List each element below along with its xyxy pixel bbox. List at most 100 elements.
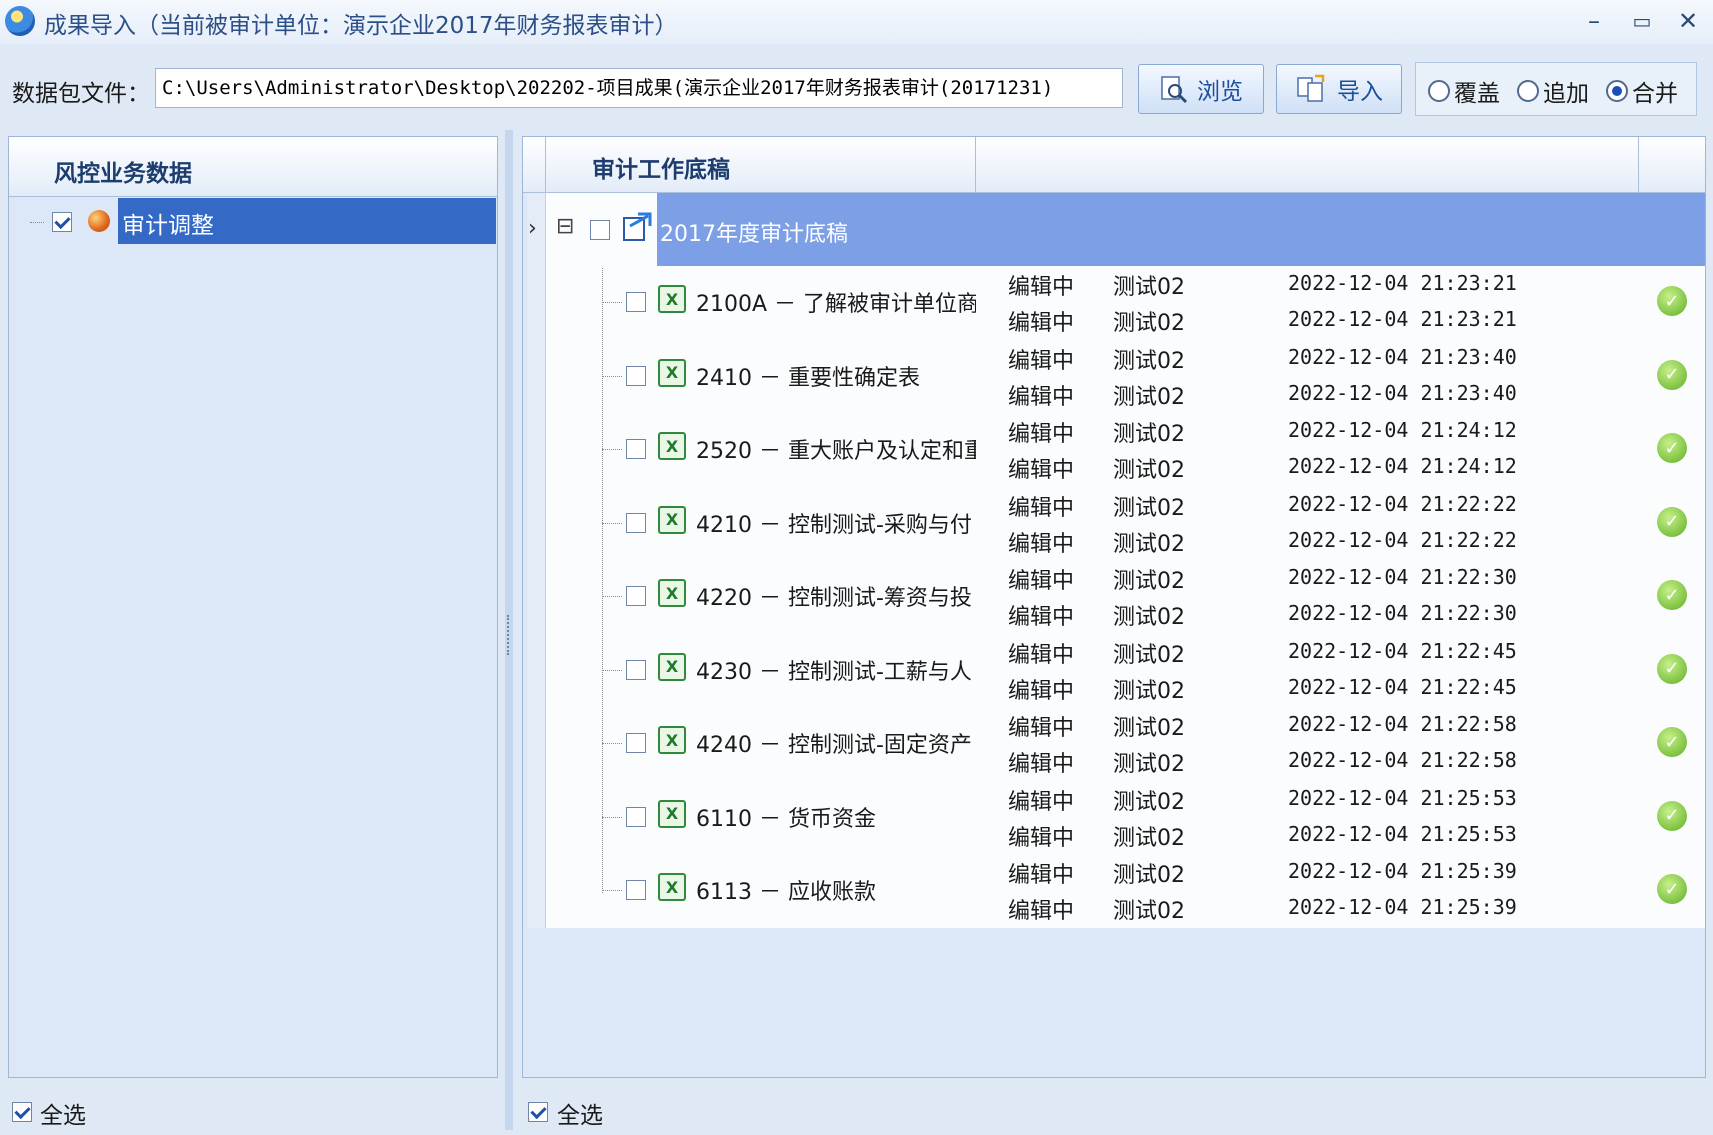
radio-dot — [1428, 80, 1450, 102]
row-time: 2022-12-04 21:22:58 — [1288, 748, 1517, 772]
excel-file-icon: X — [658, 432, 686, 460]
row-status: 编辑中 — [1008, 422, 1075, 447]
row-name: 6110 － 货币资金 — [696, 806, 876, 832]
excel-file-icon: X — [658, 652, 686, 681]
row-checkbox[interactable] — [626, 733, 646, 753]
maximize-button[interactable]: ▭ — [1622, 4, 1662, 38]
left-header-text: 风控业务数据 — [54, 161, 192, 187]
row-checkbox[interactable] — [626, 586, 646, 606]
row-checkbox[interactable] — [626, 292, 646, 312]
row-name: 2410 － 重要性确定表 — [696, 365, 920, 391]
radio-dot — [1517, 80, 1539, 102]
row-user: 测试02 — [1113, 422, 1185, 447]
orange-ball-icon — [88, 210, 110, 232]
browse-button[interactable]: 浏览 — [1138, 64, 1264, 114]
check-ok-icon: ✓ — [1657, 727, 1687, 757]
workpaper-folder-icon — [623, 212, 652, 241]
mode-merge-radio[interactable]: 合并 — [1606, 74, 1678, 108]
row-time: 2022-12-04 21:22:22 — [1288, 491, 1517, 516]
row-time: 2022-12-04 21:22:30 — [1288, 601, 1517, 625]
row-user: 测试02 — [1113, 899, 1185, 924]
group-checkbox[interactable] — [590, 220, 610, 240]
minimize-button[interactable]: – — [1574, 4, 1614, 38]
row-status: 编辑中 — [1008, 825, 1075, 851]
row-user: 测试02 — [1113, 384, 1185, 410]
close-button[interactable]: ✕ — [1668, 4, 1708, 38]
row-status: 编辑中 — [1008, 531, 1075, 557]
check-ok-icon: ✓ — [1657, 653, 1687, 684]
browse-label: 浏览 — [1197, 79, 1243, 105]
row-checkbox[interactable] — [626, 365, 646, 386]
row-user: 测试02 — [1113, 458, 1185, 483]
row-user: 测试02 — [1113, 495, 1185, 521]
table-row[interactable]: X 2520 － 重大账户及认定和重 编辑中 测试02 2022-12-04 21:24… — [600, 413, 1700, 486]
left-select-all-checkbox[interactable] — [12, 1102, 32, 1122]
row-time: 2022-12-04 21:22:30 — [1288, 565, 1517, 589]
row-status: 编辑中 — [1008, 275, 1075, 300]
row-time: 2022-12-04 21:25:39 — [1288, 859, 1517, 883]
risk-data-panel — [8, 136, 498, 1078]
mode-append-radio[interactable]: 追加 — [1517, 74, 1589, 108]
row-time: 2022-12-04 21:24:12 — [1288, 418, 1517, 442]
table-row[interactable]: X 6110 － 货币资金 编辑中 测试02 2022-12-04 21:25:53 编辑… — [600, 781, 1700, 854]
row-checkbox[interactable] — [626, 512, 646, 533]
row-checkbox[interactable] — [626, 439, 646, 459]
row-user: 测试02 — [1113, 825, 1185, 851]
current-row-arrow-icon: › — [528, 216, 537, 241]
table-row[interactable]: X 4240 － 控制测试-固定资产 编辑中 测试02 2022-12-04 21:22… — [600, 707, 1700, 780]
excel-file-icon: X — [658, 579, 686, 607]
row-user: 测试02 — [1113, 789, 1185, 815]
row-time: 2022-12-04 21:25:53 — [1288, 821, 1517, 846]
table-row[interactable]: X 2410 － 重要性确定表 编辑中 测试02 2022-12-04 21:23:40… — [600, 340, 1700, 413]
table-row[interactable]: X 4220 － 控制测试-筹资与投 编辑中 测试02 2022-12-04 21:22… — [600, 560, 1700, 633]
row-name: 2520 － 重大账户及认定和重 — [696, 439, 976, 464]
row-user: 测试02 — [1113, 531, 1185, 557]
mode-overwrite-radio[interactable]: 覆盖 — [1428, 74, 1500, 108]
table-row[interactable]: X 4210 － 控制测试-采购与付 编辑中 测试02 2022-12-04 21:22… — [600, 487, 1700, 560]
left-select-all-label: 全选 — [40, 1103, 86, 1129]
collapse-icon[interactable]: ⊟ — [556, 214, 574, 239]
table-row[interactable]: X 2100A － 了解被审计单位商业 编辑中 测试02 2022-12-04 21:2… — [600, 266, 1700, 339]
check-ok-icon: ✓ — [1657, 433, 1687, 463]
row-user: 测试02 — [1113, 716, 1185, 741]
left-item-checkbox[interactable] — [52, 212, 72, 232]
excel-file-icon: X — [658, 726, 686, 754]
row-time: 2022-12-04 21:22:58 — [1288, 712, 1517, 736]
row-user: 测试02 — [1113, 348, 1185, 374]
row-user: 测试02 — [1113, 678, 1185, 704]
row-user: 测试02 — [1113, 752, 1185, 777]
row-status: 编辑中 — [1008, 458, 1075, 483]
mode-append-label: 追加 — [1543, 81, 1589, 107]
row-status: 编辑中 — [1008, 789, 1075, 815]
row-checkbox[interactable] — [626, 880, 646, 900]
row-name: 4210 － 控制测试-采购与付 — [696, 512, 972, 538]
import-button[interactable]: 导入 — [1276, 64, 1402, 114]
excel-file-icon: X — [658, 873, 686, 901]
excel-file-icon: X — [658, 799, 686, 828]
table-row[interactable]: X 6113 － 应收账款 编辑中 测试02 2022-12-04 21:25:39 编辑… — [600, 854, 1700, 927]
mode-merge-label: 合并 — [1632, 81, 1678, 107]
check-ok-icon: ✓ — [1657, 874, 1687, 904]
magnifier-document-icon — [1161, 76, 1188, 104]
row-checkbox[interactable] — [626, 659, 646, 680]
row-time: 2022-12-04 21:23:40 — [1288, 380, 1517, 405]
row-status: 编辑中 — [1008, 716, 1075, 741]
row-status: 编辑中 — [1008, 863, 1075, 888]
row-status: 编辑中 — [1008, 899, 1075, 924]
right-select-all-checkbox[interactable] — [528, 1102, 548, 1122]
package-path-input[interactable]: C:\Users\Administrator\Desktop\202202-项目… — [155, 68, 1123, 108]
left-item-label: 审计调整 — [122, 213, 214, 239]
row-indicator-column — [527, 193, 546, 928]
right-select-all-label: 全选 — [557, 1103, 603, 1129]
row-name: 4240 － 控制测试-固定资产 — [696, 733, 972, 758]
row-checkbox[interactable] — [626, 806, 646, 827]
row-user: 测试02 — [1113, 605, 1185, 630]
table-row[interactable]: X 4230 － 控制测试-工薪与人 编辑中 测试02 2022-12-04 21:22… — [600, 634, 1700, 707]
row-time: 2022-12-04 21:23:40 — [1288, 344, 1517, 369]
row-time: 2022-12-04 21:23:21 — [1288, 307, 1517, 331]
row-status: 编辑中 — [1008, 348, 1075, 374]
window-title: 成果导入（当前被审计单位：演示企业2017年财务报表审计） — [44, 13, 678, 39]
mode-overwrite-label: 覆盖 — [1454, 81, 1500, 107]
check-ok-icon: ✓ — [1657, 580, 1687, 610]
panel-splitter[interactable] — [505, 130, 513, 1130]
